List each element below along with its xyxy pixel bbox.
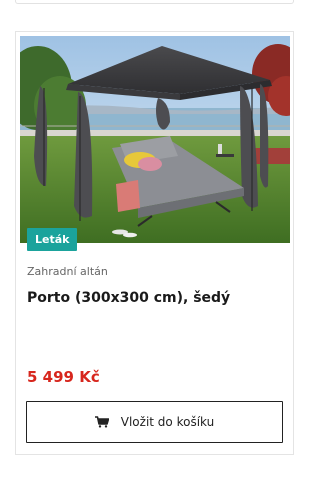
product-title[interactable]: Porto (300x300 cm), šedý <box>27 290 287 306</box>
gazebo-photo <box>20 36 290 243</box>
flyer-badge: Leták <box>27 228 78 251</box>
shopping-cart-icon <box>94 416 110 428</box>
add-to-cart-button[interactable]: Vložit do košíku <box>26 401 283 443</box>
product-card[interactable]: Leták Zahradní altán Porto (300x300 cm),… <box>15 31 294 455</box>
add-to-cart-label: Vložit do košíku <box>120 415 215 429</box>
previous-card-edge <box>15 0 294 4</box>
product-price: 5 499 Kč <box>27 368 100 386</box>
product-image[interactable] <box>20 36 290 243</box>
product-category: Zahradní altán <box>27 265 108 278</box>
